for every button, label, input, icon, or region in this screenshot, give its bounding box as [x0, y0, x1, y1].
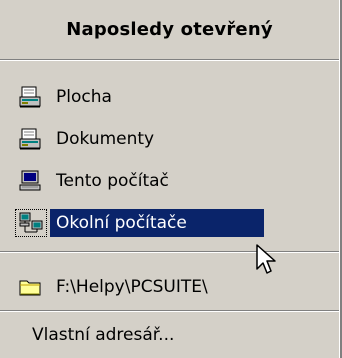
mouse-cursor-icon: [256, 244, 276, 274]
menu-item-custom-folder[interactable]: Vlastní adresář...: [10, 318, 310, 352]
documents-icon: [16, 126, 46, 152]
menu-item-tento-pocitac[interactable]: Tento počítač: [10, 164, 310, 198]
menu-item-okolni-pocitace[interactable]: Okolní počítače: [10, 206, 310, 240]
desktop-icon: [16, 84, 46, 110]
menu-separator: [0, 59, 339, 61]
menu-separator: [0, 310, 339, 312]
computer-icon: [16, 168, 46, 194]
menu-item-label: Tento počítač: [56, 171, 169, 191]
menu-item-label: Vlastní adresář...: [32, 325, 175, 345]
menu-item-plocha[interactable]: Plocha: [10, 80, 310, 114]
recent-folders-menu: Naposledy otevřený Plocha Dokumenty Tent…: [0, 0, 342, 358]
menu-item-label: Plocha: [56, 87, 112, 107]
menu-item-label: Dokumenty: [56, 129, 155, 149]
menu-separator: [0, 251, 339, 253]
menu-header: Naposledy otevřený: [66, 18, 273, 40]
menu-item-label: Okolní počítače: [50, 209, 264, 237]
menu-item-label: F:\Helpy\PCSUITE\: [56, 277, 208, 297]
menu-item-dokumenty[interactable]: Dokumenty: [10, 122, 310, 156]
folder-icon: [16, 274, 46, 300]
network-icon: [15, 209, 47, 237]
